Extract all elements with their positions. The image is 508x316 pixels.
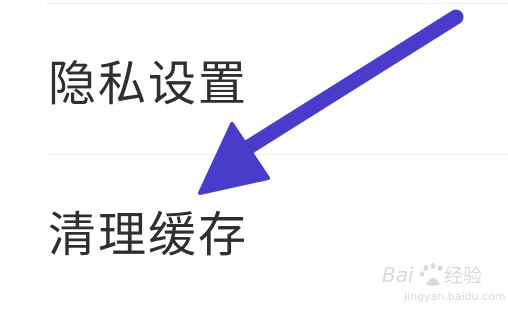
watermark: Bai 经验 jingyan.baidu.com xyxy=(382,260,506,308)
baidu-jingyan-logo: Bai 经验 xyxy=(382,263,482,287)
settings-item-privacy[interactable]: 隐私设置 xyxy=(0,4,508,154)
settings-item-label: 隐私设置 xyxy=(48,56,249,112)
settings-item-label: 清理缓存 xyxy=(48,207,249,263)
svg-text:Bai: Bai xyxy=(382,263,414,287)
svg-text:经验: 经验 xyxy=(444,265,482,287)
watermark-url: jingyan.baidu.com xyxy=(404,290,506,303)
